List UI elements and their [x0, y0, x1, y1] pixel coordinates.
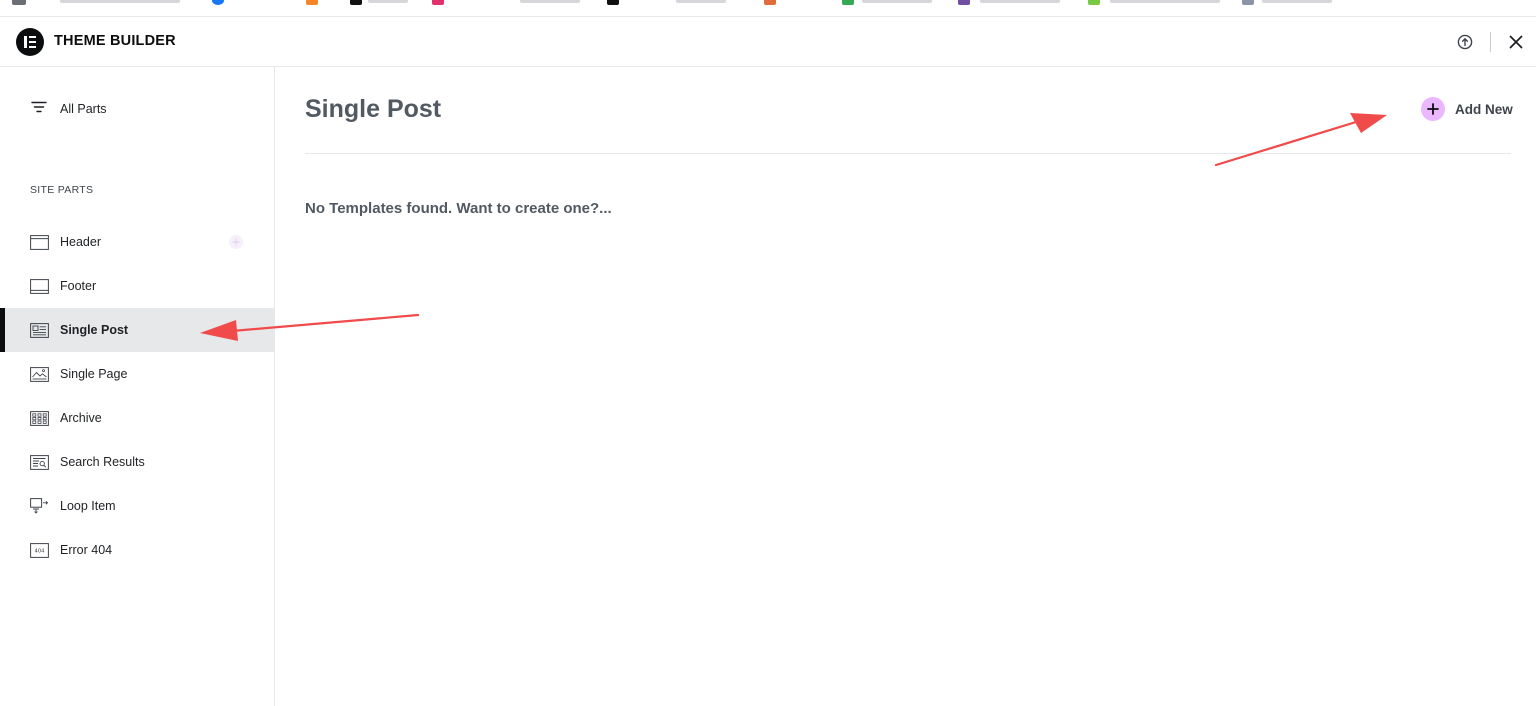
sidebar-item-loop-item[interactable]: Loop Item — [0, 484, 274, 528]
apps-icon[interactable] — [12, 0, 26, 5]
x-icon[interactable] — [350, 0, 362, 5]
sidebar-item-label: Single Page — [60, 367, 128, 381]
bookmark-icon[interactable] — [842, 0, 854, 5]
main-content: Single Post Add New No Templates found. … — [275, 67, 1536, 706]
close-icon[interactable] — [1505, 31, 1527, 53]
bookmark-item[interactable] — [368, 0, 408, 3]
bookmark-item[interactable] — [862, 0, 932, 3]
footer-layout-icon — [30, 278, 49, 294]
bookmark-item[interactable] — [676, 0, 726, 3]
facebook-icon[interactable] — [212, 0, 224, 5]
header-divider — [1490, 32, 1491, 52]
sidebar-item-label: Error 404 — [60, 543, 113, 557]
bookmark-icon[interactable] — [432, 0, 444, 5]
sidebar-item-label: Footer — [60, 279, 97, 293]
browser-bookmarks-bar — [0, 0, 1536, 17]
sidebar-item-header[interactable]: Header — [0, 220, 274, 264]
sidebar-item-single-post[interactable]: Single Post — [0, 308, 274, 352]
bookmark-icon[interactable] — [1088, 0, 1100, 5]
search-results-icon — [30, 454, 49, 470]
archive-grid-icon — [30, 410, 49, 426]
sidebar-item-label: Single Post — [60, 323, 129, 337]
single-page-icon — [30, 366, 49, 382]
sidebar-item-label: Loop Item — [60, 499, 116, 513]
loop-item-icon — [30, 498, 49, 514]
sidebar-item-single-page[interactable]: Single Page — [0, 352, 274, 396]
empty-state-message: No Templates found. Want to create one?.… — [305, 200, 612, 217]
header-layout-icon — [30, 234, 49, 250]
sidebar-item-search-results[interactable]: Search Results — [0, 440, 274, 484]
bookmark-item[interactable] — [60, 0, 180, 3]
single-post-icon — [30, 322, 49, 338]
app-title: THEME BUILDER — [54, 33, 176, 49]
bookmark-icon[interactable] — [607, 0, 619, 5]
sidebar-item-archive[interactable]: Archive — [0, 396, 274, 440]
bookmark-item[interactable] — [1262, 0, 1332, 3]
add-new-button[interactable]: Add New — [1421, 97, 1513, 121]
add-new-label: Add New — [1455, 101, 1513, 117]
add-template-icon[interactable] — [229, 235, 243, 249]
site-parts-list: Header Footer Single Post Single Page Ar… — [0, 220, 274, 572]
plus-icon — [1421, 97, 1445, 121]
bookmark-icon[interactable] — [1242, 0, 1254, 5]
instagram-icon[interactable] — [306, 0, 318, 5]
sidebar-item-footer[interactable]: Footer — [0, 264, 274, 308]
elementor-logo-icon — [16, 28, 44, 56]
bookmark-item[interactable] — [520, 0, 580, 3]
section-label-site-parts: SITE PARTS — [30, 184, 94, 196]
sidebar-item-label: Header — [60, 235, 101, 249]
filter-icon — [31, 100, 47, 118]
error-404-icon: 404 — [30, 542, 49, 558]
bookmark-icon[interactable] — [764, 0, 776, 5]
bookmark-item[interactable] — [980, 0, 1060, 3]
sidebar-item-label: Archive — [60, 411, 102, 425]
sidebar: All Parts SITE PARTS Header Footer Singl… — [0, 67, 275, 706]
bookmark-icon[interactable] — [958, 0, 970, 5]
title-divider — [305, 153, 1511, 154]
sidebar-item-label: All Parts — [60, 102, 107, 116]
theme-builder-header: THEME BUILDER — [0, 17, 1536, 67]
bookmark-item[interactable] — [1110, 0, 1220, 3]
info-upload-icon[interactable] — [1454, 31, 1476, 53]
svg-text:404: 404 — [35, 548, 46, 554]
sidebar-item-error-404[interactable]: 404 Error 404 — [0, 528, 274, 572]
sidebar-item-all-parts[interactable]: All Parts — [0, 91, 274, 127]
page-title: Single Post — [305, 95, 442, 123]
sidebar-item-label: Search Results — [60, 455, 145, 469]
